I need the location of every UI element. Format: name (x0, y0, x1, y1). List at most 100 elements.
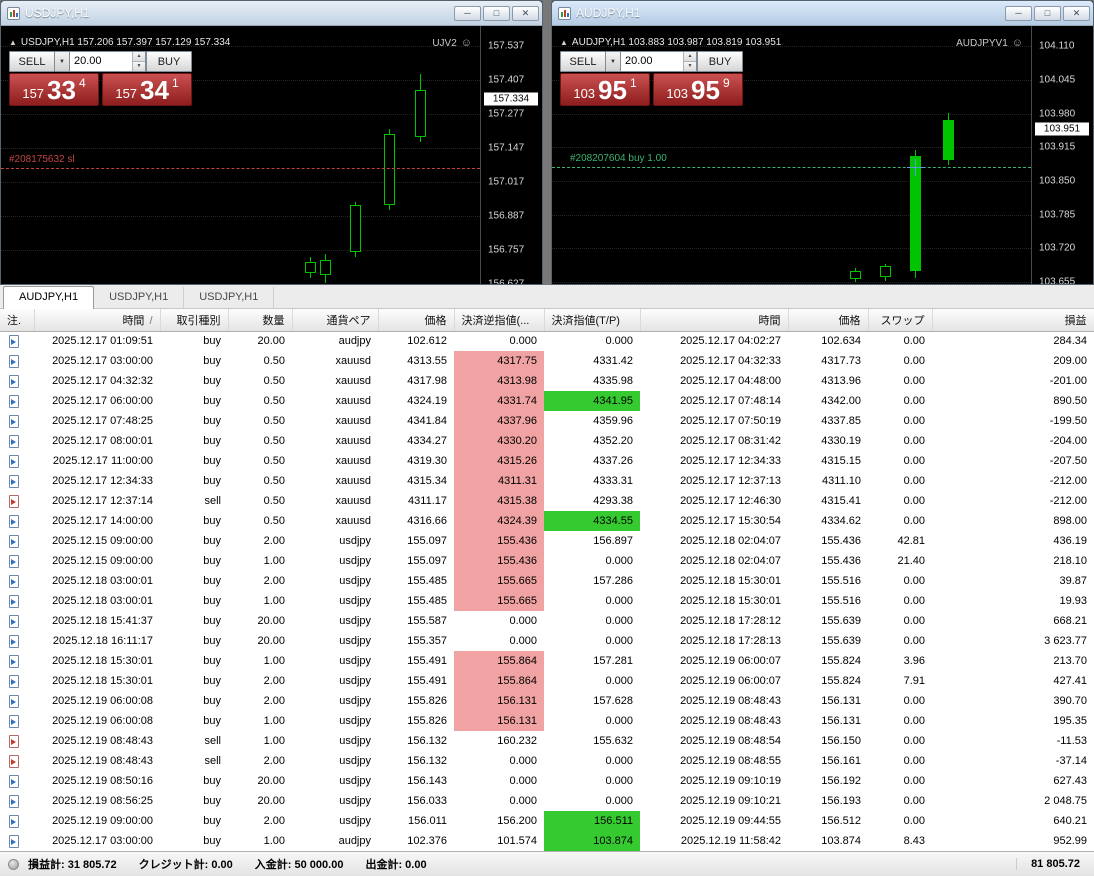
tab-0-audjpy-h1[interactable]: AUDJPY,H1 (3, 286, 95, 309)
trade-row[interactable]: 2025.12.19 08:48:43 sell 2.00 usdjpy 156.132… (0, 751, 1094, 771)
column-header-9[interactable]: 価格 (788, 309, 869, 332)
restore-button[interactable]: □ (483, 5, 510, 21)
cell-volume: 0.50 (263, 475, 285, 487)
column-header-2[interactable]: 取引種別 (160, 309, 229, 332)
cell-sl: 155.436 (454, 531, 544, 551)
cell-close_time: 2025.12.19 08:48:55 (680, 755, 781, 767)
titlebar-usdjpy[interactable]: USDJPY,H1 ─ □ ✕ (1, 1, 542, 26)
buy-order-icon (9, 654, 19, 668)
cell-swap: 0.00 (903, 455, 925, 467)
trade-row[interactable]: 2025.12.19 08:50:16 buy 20.00 usdjpy 156.143… (0, 771, 1094, 791)
buy-quote[interactable]: 103 95 9 (653, 73, 743, 106)
titlebar-audjpy[interactable]: AUDJPY,H1 ─ □ ✕ (552, 1, 1093, 26)
tab-1-usdjpy-h1[interactable]: USDJPY,H1 (94, 287, 185, 308)
cell-symbol: usdjpy (339, 715, 371, 727)
buy-button[interactable]: BUY (697, 51, 743, 72)
trade-row[interactable]: 2025.12.17 07:48:25 buy 0.50 xauusd 4341.84 4… (0, 411, 1094, 431)
volume-field[interactable]: 20.00 ▲ ▼ (621, 51, 697, 72)
column-header-7[interactable]: 決済指値(T/P) (544, 309, 641, 332)
trade-row[interactable]: 2025.12.17 08:00:01 buy 0.50 xauusd 4334.27 4… (0, 431, 1094, 451)
cell-close_time: 2025.12.18 17:28:12 (680, 615, 781, 627)
buy-button[interactable]: BUY (146, 51, 192, 72)
cell-sl: 4331.74 (454, 391, 544, 411)
price-axis-label: 157.537 (488, 40, 525, 52)
cell-symbol: usdjpy (339, 675, 371, 687)
column-header-4[interactable]: 通貨ペア (292, 309, 379, 332)
trade-row[interactable]: 2025.12.17 11:00:00 buy 0.50 xauusd 4319.30 4… (0, 451, 1094, 471)
volume-dropdown-button[interactable]: ▼ (55, 51, 70, 72)
cell-type: buy (203, 435, 221, 447)
volume-increase-icon[interactable]: ▲ (684, 52, 696, 61)
minimize-button[interactable]: ─ (454, 5, 481, 21)
trade-row[interactable]: 2025.12.17 03:00:00 buy 1.00 audjpy 102.376 1… (0, 831, 1094, 851)
column-header-11[interactable]: 損益 (932, 309, 1094, 332)
close-button[interactable]: ✕ (512, 5, 539, 21)
close-button[interactable]: ✕ (1063, 5, 1090, 21)
trade-row[interactable]: 2025.12.17 03:00:00 buy 0.50 xauusd 4313.55 4… (0, 351, 1094, 371)
column-header-0[interactable]: 注. (0, 309, 35, 332)
buy-order-icon (9, 814, 19, 828)
column-header-10[interactable]: スワップ (868, 309, 933, 332)
trade-row[interactable]: 2025.12.17 14:00:00 buy 0.50 xauusd 4316.66 4… (0, 511, 1094, 531)
sell-quote[interactable]: 103 95 1 (560, 73, 650, 106)
price-axis-label: 103.720 (1039, 242, 1076, 254)
trade-row[interactable]: 2025.12.17 04:32:32 buy 0.50 xauusd 4317.98 4… (0, 371, 1094, 391)
cell-profit: 213.70 (1053, 655, 1087, 667)
cell-volume: 0.50 (263, 495, 285, 507)
restore-button[interactable]: □ (1034, 5, 1061, 21)
trade-row[interactable]: 2025.12.19 08:48:43 sell 1.00 usdjpy 156.132… (0, 731, 1094, 751)
cell-symbol: audjpy (338, 335, 371, 348)
column-header-6[interactable]: 決済逆指値(... (454, 309, 545, 332)
price-axis-label: 103.655 (1039, 276, 1076, 284)
trade-row[interactable]: 2025.12.19 06:00:08 buy 1.00 usdjpy 155.826 1… (0, 711, 1094, 731)
cell-close_price: 4330.19 (821, 435, 861, 447)
trade-row[interactable]: 2025.12.19 09:00:00 buy 2.00 usdjpy 156.011 1… (0, 811, 1094, 831)
cell-swap: 0.00 (903, 475, 925, 487)
crosshair-icon (915, 159, 916, 177)
cell-close_time: 2025.12.18 15:30:01 (680, 575, 781, 587)
trade-row[interactable]: 2025.12.18 16:11:17 buy 20.00 usdjpy 155.357… (0, 631, 1094, 651)
cell-close_time: 2025.12.17 04:02:27 (680, 335, 781, 348)
trade-row[interactable]: 2025.12.18 03:00:01 buy 1.00 usdjpy 155.485 1… (0, 591, 1094, 611)
cell-swap: 0.00 (903, 615, 925, 627)
column-header-1[interactable]: 時間 / (34, 309, 161, 332)
sort-indicator-icon: / (149, 314, 153, 327)
trade-row[interactable]: 2025.12.17 12:34:33 buy 0.50 xauusd 4315.34 4… (0, 471, 1094, 491)
tab-2-usdjpy-h1[interactable]: USDJPY,H1 (184, 287, 275, 308)
cell-swap: 0.00 (903, 575, 925, 587)
cell-profit: 890.50 (1053, 395, 1087, 407)
trade-row[interactable]: 2025.12.17 06:00:00 buy 0.50 xauusd 4324.19 4… (0, 391, 1094, 411)
candle-body (943, 120, 954, 161)
column-header-5[interactable]: 価格 (378, 309, 455, 332)
trade-row[interactable]: 2025.12.19 08:56:25 buy 20.00 usdjpy 156.033… (0, 791, 1094, 811)
trade-row[interactable]: 2025.12.17 12:37:14 sell 0.50 xauusd 4311.17… (0, 491, 1094, 511)
trade-row[interactable]: 2025.12.18 15:30:01 buy 2.00 usdjpy 155.491 1… (0, 671, 1094, 691)
chart-window-icon (558, 6, 571, 20)
trade-row[interactable]: 2025.12.15 09:00:00 buy 2.00 usdjpy 155.097 1… (0, 531, 1094, 551)
volume-increase-icon[interactable]: ▲ (133, 52, 145, 61)
trade-row[interactable]: 2025.12.15 09:00:00 buy 1.00 usdjpy 155.097 1… (0, 551, 1094, 571)
volume-dropdown-button[interactable]: ▼ (606, 51, 621, 72)
cell-icon (0, 731, 34, 751)
sell-button[interactable]: SELL (560, 51, 606, 72)
column-header-3[interactable]: 数量 (228, 309, 293, 332)
sell-quote[interactable]: 157 33 4 (9, 73, 99, 106)
trade-row[interactable]: 2025.12.18 03:00:01 buy 2.00 usdjpy 155.485 1… (0, 571, 1094, 591)
cell-close_time: 2025.12.18 17:28:13 (680, 635, 781, 647)
cell-symbol: usdjpy (339, 615, 371, 627)
trade-row[interactable]: 2025.12.18 15:30:01 buy 1.00 usdjpy 155.491 1… (0, 651, 1094, 671)
volume-decrease-icon[interactable]: ▼ (133, 61, 145, 71)
minimize-button[interactable]: ─ (1005, 5, 1032, 21)
volume-decrease-icon[interactable]: ▼ (684, 61, 696, 71)
cell-tp: 0.000 (605, 635, 633, 647)
volume-field[interactable]: 20.00 ▲ ▼ (70, 51, 146, 72)
cell-icon (0, 671, 34, 691)
buy-quote[interactable]: 157 34 1 (102, 73, 192, 106)
trade-row[interactable]: 2025.12.19 06:00:08 buy 2.00 usdjpy 155.826 1… (0, 691, 1094, 711)
trade-row[interactable]: 2025.12.17 01:09:51 buy 20.00 audjpy 102.612… (0, 331, 1094, 351)
column-header-8[interactable]: 時間 (640, 309, 789, 332)
history-table: 注. 時間 / 取引種別 数量 通貨ペア 価格 決済逆指値(... 決済指値(T/P) 時間 価格ス… (0, 309, 1094, 851)
sell-button[interactable]: SELL (9, 51, 55, 72)
trade-row[interactable]: 2025.12.18 15:41:37 buy 20.00 usdjpy 155.587… (0, 611, 1094, 631)
buy-order-icon (9, 834, 19, 848)
